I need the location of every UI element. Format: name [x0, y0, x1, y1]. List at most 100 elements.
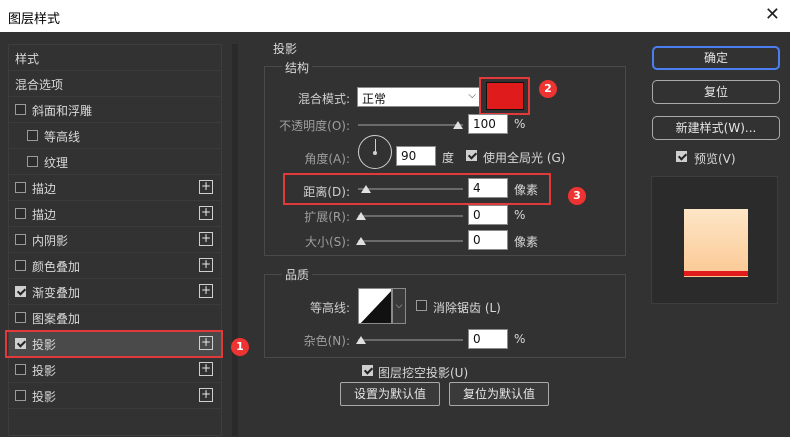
size-slider-thumb[interactable]	[356, 237, 366, 245]
add-style-plus-icon[interactable]: +	[199, 206, 213, 220]
badge-1: 1	[231, 338, 249, 356]
style-item-checkbox[interactable]	[15, 260, 26, 271]
style-list-item[interactable]: 投影 +	[9, 357, 221, 383]
style-list-item[interactable]: 投影 +	[9, 383, 221, 409]
preview-shadow	[684, 271, 748, 276]
global-light-checkbox[interactable]	[466, 150, 477, 161]
contour-dropdown-icon[interactable]: ⌵	[392, 288, 406, 324]
title-bar: 图层样式 ✕	[0, 0, 790, 32]
style-list-scrollbar[interactable]	[232, 44, 238, 436]
badge-2: 2	[539, 80, 557, 98]
style-item-checkbox[interactable]	[15, 364, 26, 375]
new-style-button[interactable]: 新建样式(W)...	[652, 116, 780, 140]
noise-slider-thumb[interactable]	[356, 336, 366, 344]
contour-label: 等高线:	[309, 301, 350, 315]
add-style-plus-icon[interactable]: +	[199, 232, 213, 246]
style-item-checkbox[interactable]	[27, 130, 38, 141]
opacity-unit: %	[514, 117, 526, 131]
size-slider-track[interactable]	[358, 240, 463, 242]
reset-default-button[interactable]: 复位为默认值	[449, 382, 549, 406]
noise-slider-track[interactable]	[358, 339, 463, 341]
style-item-checkbox[interactable]	[15, 208, 26, 219]
angle-input[interactable]: 90	[396, 146, 436, 166]
blend-mode-label: 混合模式:	[297, 92, 350, 106]
highlight-box-color	[479, 77, 530, 115]
spread-slider-thumb[interactable]	[356, 212, 366, 220]
style-item-label: 样式	[15, 52, 40, 66]
size-label: 大小(S):	[304, 235, 350, 249]
style-list-item[interactable]: 等高线	[9, 123, 221, 149]
spread-label: 扩展(R):	[304, 210, 350, 224]
set-default-button[interactable]: 设置为默认值	[340, 382, 440, 406]
spread-unit: %	[514, 208, 526, 222]
anti-alias-checkbox[interactable]	[416, 300, 427, 311]
knockout-checkbox[interactable]	[362, 365, 373, 376]
style-item-label: 描边	[32, 208, 57, 222]
add-style-plus-icon[interactable]: +	[199, 388, 213, 402]
quality-title: 品质	[282, 266, 313, 283]
preview-label: 预览(V)	[694, 152, 736, 166]
style-item-label: 混合选项	[15, 78, 64, 92]
style-item-checkbox[interactable]	[15, 390, 26, 401]
knockout-label: 图层挖空投影(U)	[378, 366, 469, 380]
noise-input[interactable]: 0	[468, 329, 508, 349]
spread-slider-track[interactable]	[358, 215, 463, 217]
spread-input[interactable]: 0	[468, 205, 508, 225]
style-list-item[interactable]: 内阴影 +	[9, 227, 221, 253]
highlight-box-distance	[283, 173, 551, 205]
reset-button[interactable]: 复位	[652, 80, 780, 104]
size-input[interactable]: 0	[468, 230, 508, 250]
preview-swatch	[684, 209, 748, 277]
style-item-label: 投影	[32, 390, 57, 404]
highlight-box-shadow-row	[5, 330, 223, 358]
ok-button[interactable]: 确定	[652, 46, 780, 70]
preview-checkbox[interactable]	[676, 151, 687, 162]
style-list-item[interactable]: 纹理	[9, 149, 221, 175]
style-item-checkbox[interactable]	[15, 234, 26, 245]
global-light-label: 使用全局光 (G)	[483, 151, 566, 165]
style-item-label: 斜面和浮雕	[32, 104, 93, 118]
style-list-item[interactable]: 混合选项	[9, 71, 221, 97]
style-list-item[interactable]: 图案叠加	[9, 305, 221, 331]
add-style-plus-icon[interactable]: +	[199, 362, 213, 376]
close-icon[interactable]: ✕	[765, 4, 780, 25]
badge-3: 3	[568, 187, 586, 205]
style-list-item[interactable]: 颜色叠加 +	[9, 253, 221, 279]
style-list-item[interactable]: 描边 +	[9, 201, 221, 227]
style-item-label: 图案叠加	[32, 312, 81, 326]
style-item-checkbox[interactable]	[15, 104, 26, 115]
preview-area	[651, 176, 778, 304]
angle-dial[interactable]	[358, 135, 392, 169]
opacity-slider-track[interactable]	[358, 124, 463, 126]
anti-alias-label: 消除锯齿 (L)	[433, 301, 501, 315]
style-item-label: 内阴影	[32, 234, 69, 248]
blend-mode-value: 正常	[362, 92, 387, 106]
add-style-plus-icon[interactable]: +	[199, 180, 213, 194]
style-list-item[interactable]: 斜面和浮雕	[9, 97, 221, 123]
style-item-label: 投影	[32, 364, 57, 378]
style-item-label: 颜色叠加	[32, 260, 81, 274]
opacity-slider-thumb[interactable]	[453, 121, 463, 129]
style-item-label: 描边	[32, 182, 57, 196]
style-list: 样式混合选项斜面和浮雕等高线纹理描边 + 描边 + 内阴影 + 颜色叠加 + 渐变叠加 + 图案叠加…	[8, 44, 222, 436]
style-item-checkbox[interactable]	[27, 156, 38, 167]
opacity-label: 不透明度(O):	[279, 119, 350, 133]
style-item-label: 渐变叠加	[32, 286, 81, 300]
style-list-item[interactable]: 渐变叠加 +	[9, 279, 221, 305]
style-item-label: 纹理	[44, 156, 69, 170]
add-style-plus-icon[interactable]: +	[199, 284, 213, 298]
blend-mode-select[interactable]: 正常 ⌵	[357, 87, 481, 107]
noise-label: 杂色(N):	[303, 334, 350, 348]
style-item-checkbox[interactable]	[15, 312, 26, 323]
style-item-checkbox[interactable]	[15, 286, 26, 297]
style-list-item[interactable]: 描边 +	[9, 175, 221, 201]
style-item-checkbox[interactable]	[15, 182, 26, 193]
contour-picker[interactable]	[358, 288, 392, 324]
opacity-input[interactable]: 100	[468, 114, 508, 134]
add-style-plus-icon[interactable]: +	[199, 258, 213, 272]
angle-dial-center	[373, 151, 377, 155]
window-title: 图层样式	[8, 12, 61, 27]
section-title: 投影	[273, 42, 298, 56]
size-unit: 像素	[514, 235, 539, 249]
style-list-item[interactable]: 样式	[9, 45, 221, 71]
